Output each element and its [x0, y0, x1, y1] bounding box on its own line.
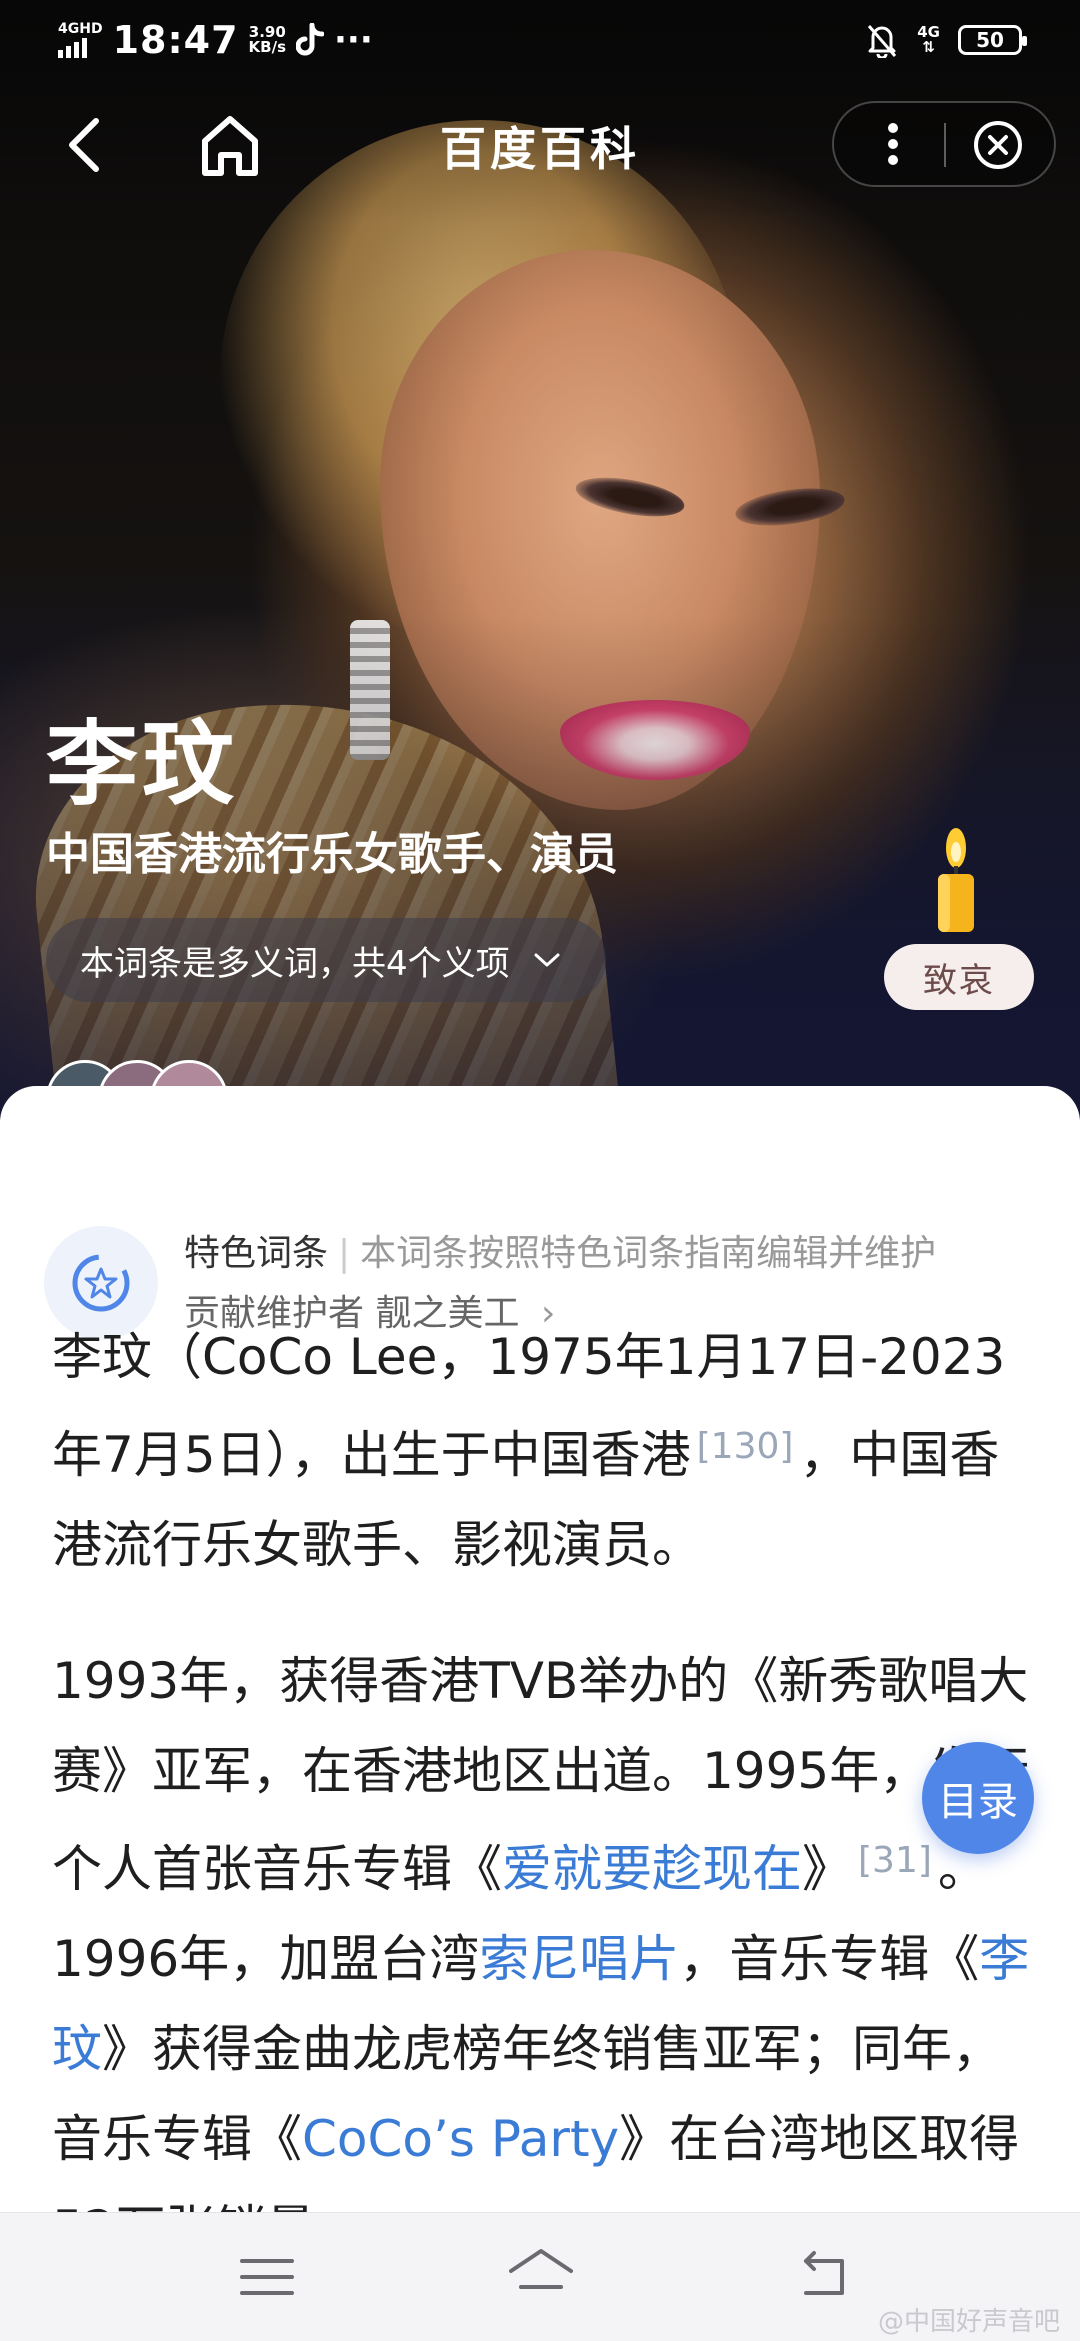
- entry-title: 李玟: [46, 711, 239, 818]
- clock: 18:47: [112, 18, 239, 62]
- top-nav: 百度百科: [0, 95, 1080, 195]
- capsule-divider: [944, 123, 946, 167]
- featured-description: 本词条按照特色词条指南编辑并维护: [360, 1233, 937, 1274]
- system-navigation-bar: @中国好声音吧: [0, 2212, 1080, 2341]
- mini-app-capsule: [832, 101, 1056, 187]
- album-link[interactable]: 爱就要趁现在: [502, 1840, 802, 1898]
- career-paragraph: 1993年，获得香港TVB举办的《新秀歌唱大赛》亚军，在香港地区出道。1995年…: [52, 1652, 1030, 2258]
- featured-entry-banner[interactable]: 特色词条 | 本词条按照特色词条指南编辑并维护 贡献维护者 靓之美工 ›: [44, 1152, 1044, 1340]
- table-of-contents-button[interactable]: 目录: [922, 1742, 1034, 1854]
- citation-ref[interactable]: [31]: [858, 1840, 932, 1881]
- bell-off-icon: [868, 25, 897, 58]
- network-indicator: 4GHD: [58, 22, 103, 58]
- more-notifications-icon: ···: [334, 20, 373, 60]
- album-link[interactable]: CoCo’s Party: [302, 2110, 619, 2168]
- mobile-data-indicator: 4G ⇅: [917, 23, 940, 56]
- label-link[interactable]: 索尼唱片: [479, 1930, 679, 1988]
- entry-subtitle: 中国香港流行乐女歌手、演员: [46, 829, 618, 880]
- star-badge-icon: [72, 1254, 130, 1312]
- summary-paragraph: 李玟（CoCo Lee，1975年1月17日-2023年7月5日），出生于中国香…: [52, 1328, 1006, 1574]
- candle-icon: [938, 828, 974, 932]
- featured-info: 特色词条 | 本词条按照特色词条指南编辑并维护: [184, 1233, 937, 1274]
- home-icon[interactable]: [505, 2243, 577, 2305]
- disambiguation-label: 本词条是多义词，共4个义项: [80, 943, 510, 984]
- watermark: @中国好声音吧: [877, 2307, 1060, 2337]
- network-speed: 3.90 KB/s: [248, 23, 287, 56]
- close-circle-icon[interactable]: [970, 117, 1026, 173]
- citation-ref[interactable]: [130]: [697, 1426, 794, 1467]
- back-icon[interactable]: [796, 2247, 852, 2303]
- chevron-down-icon: [534, 953, 560, 967]
- signal-icon: [58, 36, 87, 58]
- menu-icon[interactable]: [238, 2253, 296, 2301]
- mourn-button[interactable]: 致哀: [884, 944, 1034, 1010]
- more-vertical-icon[interactable]: [866, 117, 920, 171]
- disambiguation-selector[interactable]: 本词条是多义词，共4个义项: [46, 918, 606, 1002]
- tiktok-icon: [296, 23, 325, 56]
- content-card: 特色词条 | 本词条按照特色词条指南编辑并维护 贡献维护者 靓之美工 › 李玟（Co…: [0, 1086, 1080, 2340]
- featured-label: 特色词条: [184, 1233, 329, 1274]
- battery-icon: 50: [958, 25, 1027, 55]
- status-bar: 4GHD 18:47 3.90 KB/s ··· 4G ⇅ 50: [0, 0, 1080, 80]
